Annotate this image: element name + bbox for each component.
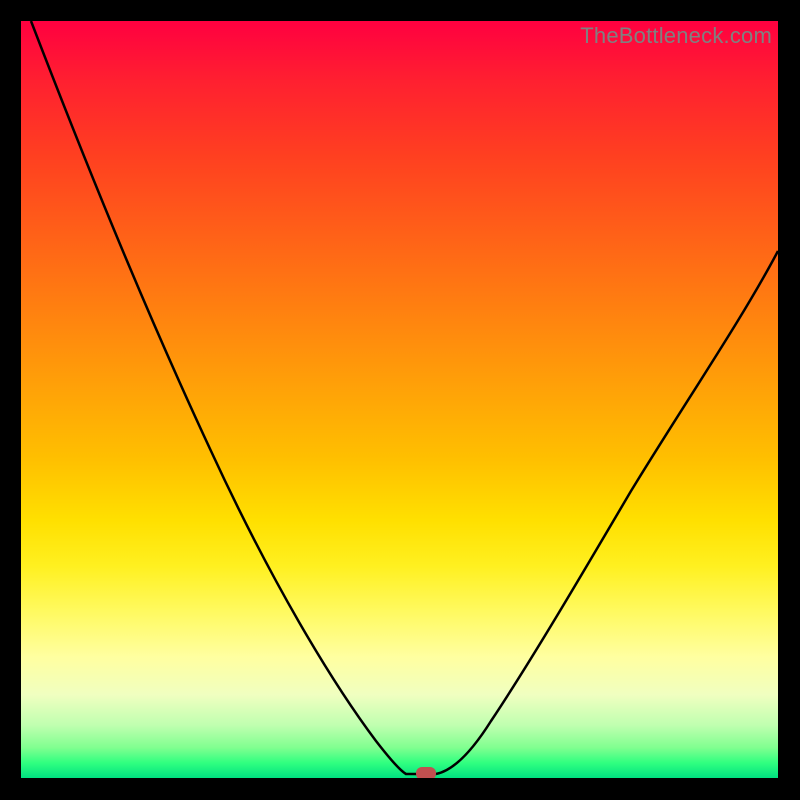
- curve-layer: [21, 21, 778, 778]
- plot-area: TheBottleneck.com: [21, 21, 778, 778]
- bottleneck-curve-right: [436, 251, 778, 774]
- minimum-marker: [416, 767, 436, 778]
- bottleneck-curve-left: [31, 21, 436, 774]
- chart-container: TheBottleneck.com: [0, 0, 800, 800]
